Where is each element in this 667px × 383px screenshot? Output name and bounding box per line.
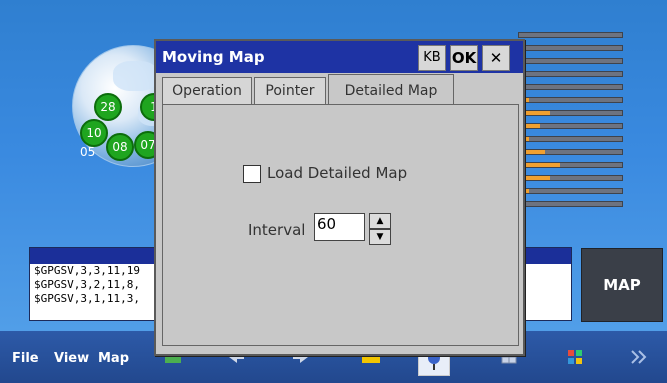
- signal-bar: [518, 45, 623, 51]
- signal-bar-fill: [519, 163, 561, 167]
- signal-bar: [518, 71, 623, 77]
- signal-bars: [518, 32, 623, 214]
- interval-input[interactable]: 60: [314, 213, 365, 241]
- signal-bar: [518, 136, 623, 142]
- menu-map[interactable]: Map: [98, 351, 129, 366]
- satellite-label: 05: [80, 145, 96, 159]
- menu-view[interactable]: View: [54, 351, 89, 366]
- signal-bar: [518, 110, 623, 116]
- tab-pointer[interactable]: Pointer: [254, 77, 326, 104]
- map-button[interactable]: MAP: [581, 248, 663, 322]
- interval-label: Interval: [248, 221, 306, 239]
- spin-up-icon[interactable]: ▲: [369, 213, 391, 229]
- tab-operation[interactable]: Operation: [162, 77, 252, 104]
- load-detailed-map-checkbox[interactable]: [243, 165, 261, 183]
- satellite-marker: 10: [80, 119, 108, 147]
- apps-icon[interactable]: [564, 348, 586, 366]
- spin-down-icon[interactable]: ▼: [369, 229, 391, 245]
- close-button[interactable]: ✕: [482, 45, 510, 71]
- menu-file[interactable]: File: [12, 351, 39, 366]
- ok-button[interactable]: OK: [450, 45, 478, 71]
- signal-bar: [518, 32, 623, 38]
- load-detailed-map-label: Load Detailed Map: [267, 164, 408, 182]
- satellite-marker: 28: [94, 93, 122, 121]
- signal-bar: [518, 97, 623, 103]
- signal-bar: [518, 149, 623, 155]
- interval-spinner: ▲ ▼: [369, 213, 391, 245]
- signal-bar: [518, 123, 623, 129]
- chevron-right-icon[interactable]: [628, 348, 650, 366]
- signal-bar: [518, 84, 623, 90]
- signal-bar: [518, 175, 623, 181]
- satellite-marker: 08: [106, 133, 134, 161]
- tab-panel-detailed-map: Load Detailed Map Interval 60 ▲ ▼: [162, 104, 519, 346]
- signal-bar: [518, 58, 623, 64]
- signal-bar: [518, 162, 623, 168]
- tab-detailed-map[interactable]: Detailed Map: [328, 74, 454, 105]
- signal-bar: [518, 188, 623, 194]
- keyboard-button[interactable]: KB: [418, 45, 446, 71]
- moving-map-dialog: Moving Map KB OK ✕ Operation Pointer Det…: [154, 39, 525, 356]
- signal-bar: [518, 201, 623, 207]
- dialog-title: Moving Map: [162, 48, 265, 66]
- dialog-titlebar: Moving Map KB OK ✕: [156, 41, 523, 73]
- globe-land: [113, 61, 158, 91]
